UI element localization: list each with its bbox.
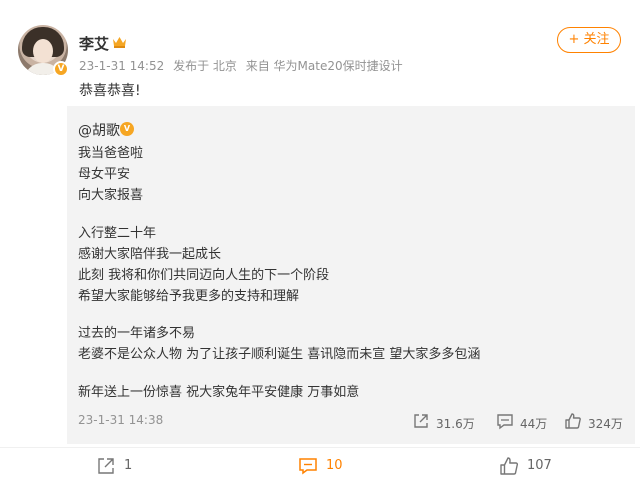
repost-like-count: 324万	[588, 417, 623, 431]
share-icon	[414, 414, 428, 428]
repost-share-count: 31.6万	[436, 417, 475, 431]
post-location: 发布于 北京	[173, 59, 237, 73]
post-meta: 23-1-31 14:52 发布于 北京 来自 华为Mate20保时捷设计	[79, 57, 408, 74]
share-icon	[98, 458, 114, 474]
repost-count: 1	[124, 458, 133, 473]
repost-line: 我当爸爸啦	[78, 146, 144, 161]
comment-icon	[299, 458, 317, 475]
repost-line: 感谢大家陪伴我一起成长	[78, 247, 222, 262]
repost-author[interactable]: @胡歌	[78, 120, 120, 140]
comment-count: 10	[326, 458, 343, 473]
repost-line: 母女平安	[78, 167, 131, 182]
like-count: 107	[527, 458, 552, 473]
repost-footer: 23-1-31 14:38 31.6万 44万 324万	[67, 410, 635, 434]
thumbs-up-icon	[565, 413, 581, 429]
verified-badge-icon: V	[53, 61, 69, 77]
thumbs-up-icon	[500, 457, 519, 475]
repost-line: 新年送上一份惊喜 祝大家兔年平安健康 万事如意	[78, 385, 360, 400]
repost-line: 希望大家能够给予我更多的支持和理解	[78, 289, 300, 304]
repost-line: 老婆不是公众人物 为了让孩子顺利诞生 喜讯隐而未宣 望大家多多包涵	[78, 347, 481, 362]
post-text: 恭喜恭喜!	[79, 83, 141, 99]
repost-time[interactable]: 23-1-31 14:38	[78, 413, 163, 427]
comment-icon	[497, 414, 513, 430]
follow-button[interactable]: + 关注	[557, 27, 621, 53]
repost-line: 此刻 我将和你们共同迈向人生的下一个阶段	[78, 268, 330, 283]
post-date[interactable]: 23-1-31 14:52	[79, 59, 164, 73]
username[interactable]: 李艾	[79, 33, 109, 54]
repost-line: 入行整二十年	[78, 226, 157, 241]
repost-comment-count: 44万	[520, 417, 548, 431]
repost-card[interactable]: @胡歌 V 我当爸爸啦 母女平安 向大家报喜 入行整二十年 感谢大家陪伴我一起成…	[67, 106, 635, 444]
crown-icon	[113, 37, 126, 48]
verified-badge-icon: V	[120, 122, 134, 136]
repost-line: 过去的一年诸多不易	[78, 326, 196, 341]
divider	[0, 447, 640, 448]
post-source: 来自 华为Mate20保时捷设计	[245, 59, 403, 73]
repost-line: 向大家报喜	[78, 188, 144, 203]
